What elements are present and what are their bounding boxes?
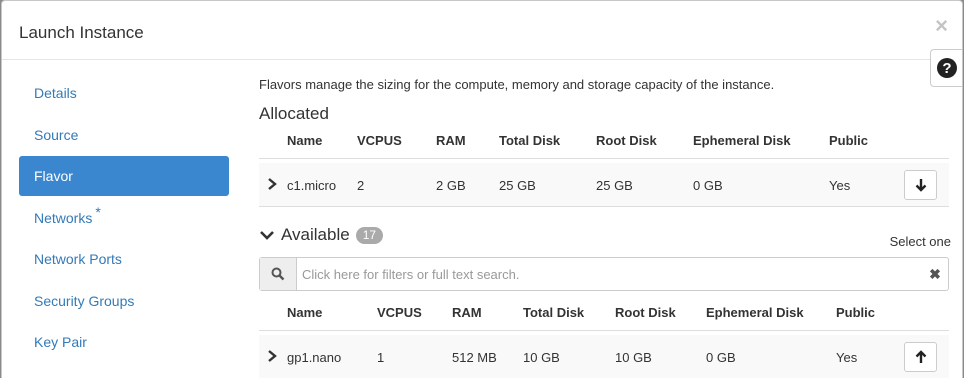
required-mark: *	[95, 203, 101, 220]
launch-instance-modal: Launch Instance × Details Source Flavor …	[1, 0, 963, 378]
column-header[interactable]: Total Disk	[523, 305, 584, 320]
available-title: Available	[281, 225, 350, 244]
flavor-name: gp1.nano	[287, 350, 342, 365]
column-header[interactable]: Name	[287, 133, 322, 148]
column-header[interactable]: Public	[836, 305, 875, 320]
nav-item-security-groups[interactable]: Security Groups	[19, 281, 229, 321]
nav-item-networks[interactable]: Networks *	[19, 198, 229, 238]
close-icon[interactable]: ×	[935, 15, 948, 37]
chevron-right-icon[interactable]	[266, 349, 278, 363]
chevron-right-icon[interactable]	[266, 177, 278, 191]
chevron-down-icon[interactable]	[259, 228, 275, 242]
nav-item-details[interactable]: Details	[19, 73, 229, 113]
column-header[interactable]: RAM	[436, 133, 466, 148]
search-bar: ✖	[259, 257, 949, 291]
flavor-root-disk: 25 GB	[596, 178, 633, 193]
column-header[interactable]: Public	[829, 133, 868, 148]
nav-item-source[interactable]: Source	[19, 115, 229, 155]
table-row[interactable]: gp1.nano 1 512 MB 10 GB 10 GB 0 GB Yes	[259, 335, 949, 378]
clear-icon[interactable]: ✖	[922, 258, 948, 290]
flavor-public: Yes	[836, 350, 858, 365]
flavor-ephemeral-disk: 0 GB	[693, 178, 723, 193]
nav-item-flavor[interactable]: Flavor	[19, 156, 229, 196]
modal-title: Launch Instance	[19, 23, 144, 42]
available-table-header: Name VCPUS RAM Total Disk Root Disk Ephe…	[259, 303, 949, 331]
help-button[interactable]: ?	[930, 49, 962, 87]
column-header[interactable]: Total Disk	[499, 133, 560, 148]
table-row[interactable]: c1.micro 2 2 GB 25 GB 25 GB 0 GB Yes	[259, 163, 949, 207]
column-header[interactable]: Root Disk	[615, 305, 676, 320]
nav-item-label: Source	[34, 126, 79, 143]
flavor-ram: 512 MB	[452, 350, 497, 365]
flavor-total-disk: 10 GB	[523, 350, 560, 365]
nav-item-key-pair[interactable]: Key Pair	[19, 322, 229, 362]
flavor-public: Yes	[829, 178, 851, 193]
wizard-nav: Details Source Flavor Networks * Network…	[19, 73, 229, 364]
nav-item-label: Networks	[34, 209, 93, 226]
search-icon	[271, 267, 285, 281]
nav-item-network-ports[interactable]: Network Ports	[19, 239, 229, 279]
flavor-ephemeral-disk: 0 GB	[706, 350, 736, 365]
nav-item-label: Security Groups	[34, 292, 135, 309]
flavor-total-disk: 25 GB	[499, 178, 536, 193]
available-count-badge: 17	[355, 226, 384, 244]
allocated-table-header: Name VCPUS RAM Total Disk Root Disk Ephe…	[259, 131, 949, 159]
flavor-description: Flavors manage the sizing for the comput…	[259, 77, 775, 92]
arrow-up-icon	[915, 350, 926, 363]
column-header[interactable]: Ephemeral Disk	[693, 133, 791, 148]
flavor-name: c1.micro	[287, 178, 337, 193]
column-header[interactable]: Name	[287, 305, 322, 320]
nav-item-label: Network Ports	[34, 251, 122, 267]
column-header[interactable]: VCPUS	[357, 133, 402, 148]
allocated-title: Allocated	[259, 104, 329, 123]
column-header[interactable]: Root Disk	[596, 133, 657, 148]
available-title-row[interactable]: Available 17	[259, 225, 384, 245]
search-input[interactable]	[297, 258, 922, 290]
arrow-down-icon	[915, 179, 926, 192]
flavor-vcpus: 1	[377, 350, 385, 365]
nav-item-label: Flavor	[34, 168, 73, 184]
nav-item-label: Details	[34, 85, 77, 101]
column-header[interactable]: Ephemeral Disk	[706, 305, 804, 320]
flavor-vcpus: 2	[357, 178, 365, 193]
select-hint: Select one	[889, 234, 951, 249]
column-header[interactable]: VCPUS	[377, 305, 422, 320]
flavor-ram: 2 GB	[436, 178, 466, 193]
modal-header: Launch Instance ×	[2, 1, 962, 60]
nav-item-label: Key Pair	[34, 334, 87, 350]
question-icon: ?	[937, 58, 957, 78]
deallocate-button[interactable]	[904, 170, 937, 200]
search-addon	[260, 258, 297, 290]
column-header[interactable]: RAM	[452, 305, 482, 320]
allocate-button[interactable]	[904, 342, 937, 372]
flavor-root-disk: 10 GB	[615, 350, 652, 365]
